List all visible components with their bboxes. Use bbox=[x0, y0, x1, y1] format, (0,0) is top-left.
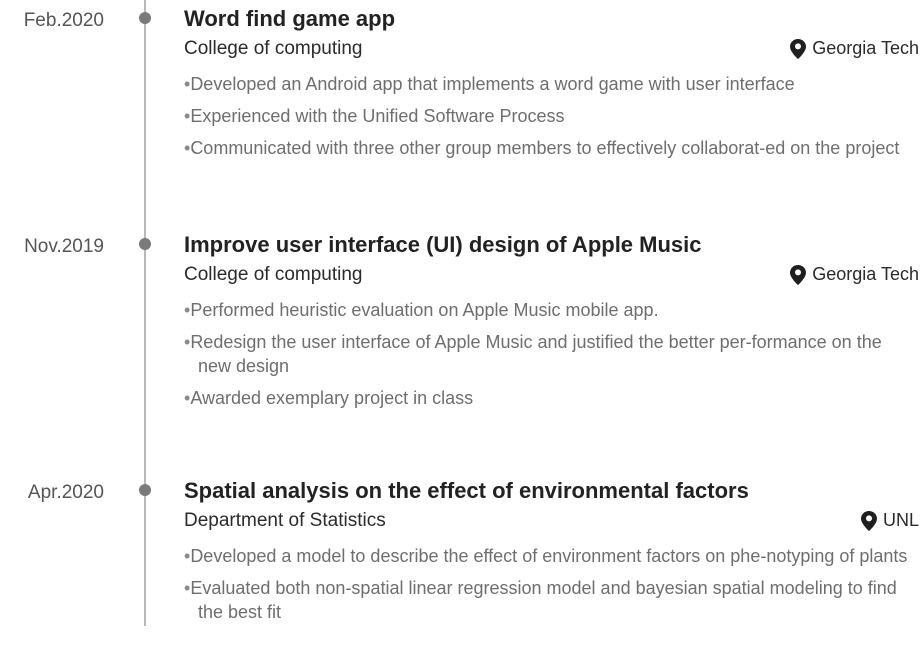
bullet-item: Developed a model to describe the effect… bbox=[184, 544, 919, 568]
location-label: Georgia Tech bbox=[812, 38, 919, 58]
map-pin-icon bbox=[790, 38, 807, 59]
entry-organization: College of computing bbox=[184, 264, 363, 285]
entry-organization: Department of Statistics bbox=[184, 510, 386, 531]
bullet-item: Performed heuristic evaluation on Apple … bbox=[184, 298, 919, 322]
bullet-list: Developed a model to describe the effect… bbox=[184, 544, 919, 632]
entry-date: Apr.2020 bbox=[27, 482, 104, 503]
timeline-dot bbox=[139, 484, 151, 496]
entry-date: Feb.2020 bbox=[23, 10, 104, 31]
bullet-item: Awarded exemplary project in class bbox=[184, 386, 919, 410]
map-pin-icon bbox=[860, 510, 877, 531]
bullet-list: Developed an Android app that implements… bbox=[184, 72, 919, 168]
timeline-line bbox=[144, 0, 146, 626]
bullet-item: Experienced with the Unified Software Pr… bbox=[184, 104, 919, 128]
bullet-list: Performed heuristic evaluation on Apple … bbox=[184, 298, 919, 418]
timeline-dot bbox=[139, 238, 151, 250]
bullet-item: Developed an Android app that implements… bbox=[184, 72, 919, 96]
timeline-dot bbox=[139, 12, 151, 24]
entry-location: Georgia Tech bbox=[790, 38, 919, 59]
entry-location: UNL bbox=[860, 510, 919, 531]
entry-title: Spatial analysis on the effect of enviro… bbox=[184, 478, 749, 503]
entry-location: Georgia Tech bbox=[790, 264, 919, 285]
entry-title: Word find game app bbox=[184, 6, 396, 31]
location-label: UNL bbox=[882, 510, 919, 530]
map-pin-icon bbox=[790, 264, 807, 285]
bullet-item: Communicated with three other group memb… bbox=[184, 136, 919, 160]
entry-title: Improve user interface (UI) design of Ap… bbox=[184, 232, 702, 257]
location-label: Georgia Tech bbox=[812, 264, 919, 284]
bullet-item: Evaluated both non-spatial linear regres… bbox=[184, 576, 919, 624]
entry-date: Nov.2019 bbox=[24, 236, 104, 257]
entry-organization: College of computing bbox=[184, 38, 363, 59]
bullet-item: Redesign the user interface of Apple Mus… bbox=[184, 330, 919, 378]
